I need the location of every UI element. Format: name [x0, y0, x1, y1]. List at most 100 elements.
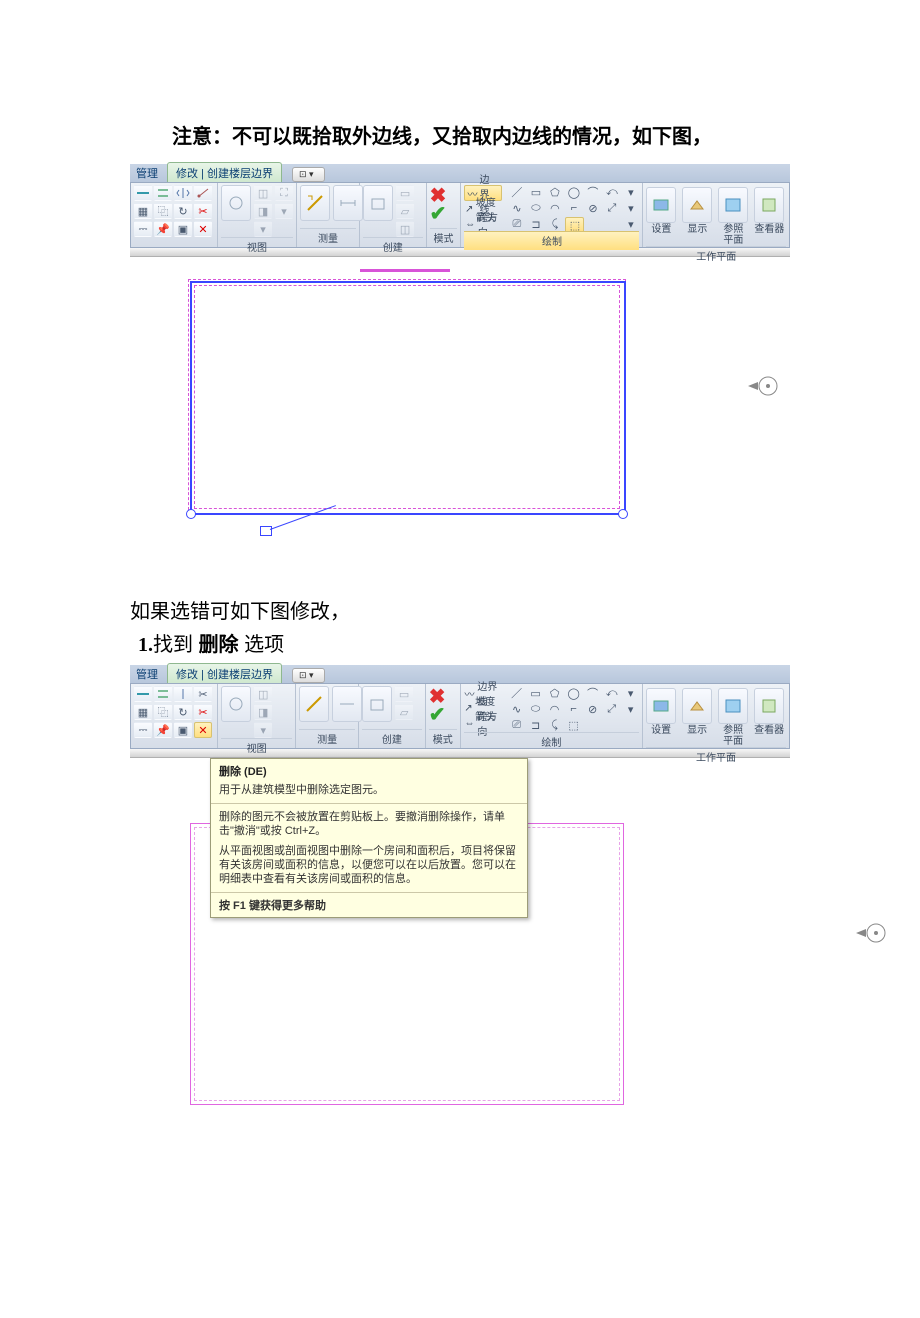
align-icon[interactable] [134, 185, 152, 201]
d2-pw[interactable]: ⎚ [508, 718, 525, 732]
d2-ell[interactable]: ⬭ [527, 702, 544, 716]
d2-circ[interactable]: ◯ [565, 686, 582, 700]
drag-square-icon[interactable] [260, 526, 272, 536]
draw-ellipse-icon[interactable]: ⬭ [527, 201, 544, 215]
tab-modify-context-2[interactable]: 修改 | 创建楼层边界 [167, 663, 282, 683]
copy-icon-2[interactable]: ⿻ [154, 704, 172, 720]
view-small-4[interactable]: ⛶ [275, 185, 293, 201]
v2s3[interactable]: ▾ [254, 722, 272, 738]
view-small-2[interactable]: ◨ [254, 203, 272, 219]
handle-bl[interactable] [186, 509, 196, 519]
cancel-mode-icon-2[interactable]: ✖ [429, 690, 457, 704]
offset-icon-2[interactable] [154, 686, 172, 702]
pin-icon-2[interactable]: 📌 [154, 722, 172, 738]
align-icon-2[interactable] [134, 686, 152, 702]
draw-partial-icon[interactable]: ◠ [546, 201, 563, 215]
d2-more[interactable]: ▾ [622, 686, 639, 700]
tab-manage[interactable]: 管理 [130, 163, 164, 182]
mirror-icon[interactable] [174, 185, 192, 201]
d2-line[interactable]: ／ [508, 686, 525, 700]
finish-mode-icon-2[interactable]: ✔ [429, 708, 457, 722]
handle-br[interactable] [618, 509, 628, 519]
create-icon-1[interactable] [363, 185, 393, 221]
draw-fillet-icon[interactable]: ⌐ [565, 201, 582, 215]
cancel-mode-icon[interactable]: ✖ [430, 189, 458, 203]
draw-picksupp-icon[interactable]: ⊐ [527, 217, 544, 231]
d2-part[interactable]: ◠ [546, 702, 563, 716]
d2-ps[interactable]: ⊐ [527, 718, 544, 732]
view-big-icon-1[interactable] [221, 185, 251, 221]
array-icon[interactable]: ▦ [134, 203, 152, 219]
view-small-5[interactable]: ▾ [275, 203, 293, 219]
v2s1[interactable]: ◫ [254, 686, 272, 702]
create-small-2[interactable]: ▱ [396, 203, 414, 219]
draw-tangent-icon[interactable]: ⊘ [584, 201, 601, 215]
measure-icon-2[interactable] [299, 686, 329, 722]
ribbon-dropdown-2[interactable]: ⊡ ▾ [292, 668, 325, 683]
measure-icon[interactable] [300, 185, 330, 221]
span-direction-button[interactable]: ⇔跨方向 [464, 217, 502, 231]
create-small-3[interactable]: ◫ [396, 221, 414, 237]
pin-icon[interactable]: 📌 [154, 221, 172, 237]
draw-pick-icon[interactable]: ⤢ [603, 201, 620, 215]
group-icon-2[interactable]: ▣ [174, 722, 192, 738]
d2-poly[interactable]: ⬠ [546, 686, 563, 700]
view-small-1[interactable]: ◫ [254, 185, 272, 201]
array-icon-2[interactable]: ▦ [134, 704, 152, 720]
draw-arc3-icon[interactable]: ⌒ [584, 185, 601, 199]
offset-icon[interactable] [154, 185, 172, 201]
d2-rect[interactable]: ▭ [527, 686, 544, 700]
workplane-ref-icon[interactable] [718, 187, 748, 223]
d2-g1[interactable]: ⤹ [546, 718, 563, 732]
dimension-icon[interactable] [333, 185, 363, 221]
tab-modify-context[interactable]: 修改 | 创建楼层边界 [167, 162, 282, 182]
d2-tan[interactable]: ⊘ [584, 702, 601, 716]
draw-pickwall-icon[interactable]: ⎚ [508, 217, 525, 231]
trim-extend-icon-2[interactable]: ✂ [194, 704, 212, 720]
draw-circle-icon[interactable]: ◯ [565, 185, 582, 199]
view-big-icon-2[interactable] [221, 686, 251, 722]
trim-icon[interactable] [194, 185, 212, 201]
workplane-set-icon[interactable] [646, 187, 676, 223]
draw-line-icon[interactable]: ／ [508, 185, 525, 199]
span-direction-button-2[interactable]: ⇔跨方向 [464, 716, 502, 730]
create-icon-2[interactable] [362, 686, 392, 722]
view-small-3[interactable]: ▾ [254, 221, 272, 237]
draw-spline-icon[interactable]: ∿ [508, 201, 525, 215]
trim-icon-2[interactable]: ✂ [194, 686, 212, 702]
workplane-viewer-icon[interactable] [754, 187, 784, 223]
d2-arc3[interactable]: ⌒ [584, 686, 601, 700]
wp-show-2[interactable] [682, 688, 712, 724]
trim-extend-icon[interactable]: ✂ [194, 203, 212, 219]
draw-arc-icon[interactable]: ⤺ [603, 185, 620, 199]
tab-manage-2[interactable]: 管理 [130, 664, 164, 683]
wp-set-2[interactable] [646, 688, 676, 724]
wp-ref-2[interactable] [718, 688, 748, 724]
d2-pick[interactable]: ⤢ [603, 702, 620, 716]
delete-icon-hover[interactable]: ✕ [194, 722, 212, 738]
draw-poly-icon[interactable]: ⬠ [546, 185, 563, 199]
split-icon[interactable]: ⎓ [134, 221, 152, 237]
d2-pf[interactable]: ⬚ [565, 718, 582, 732]
d2-fillet[interactable]: ⌐ [565, 702, 582, 716]
delete-icon[interactable]: ✕ [194, 221, 212, 237]
copy-icon[interactable]: ⿻ [154, 203, 172, 219]
d2-more2[interactable]: ▾ [622, 702, 639, 716]
rotate-icon[interactable]: ↻ [174, 203, 192, 219]
draw-more-icon[interactable]: ▾ [622, 185, 639, 199]
finish-mode-icon[interactable]: ✔ [430, 207, 458, 221]
ribbon-dropdown[interactable]: ⊡ ▾ [292, 167, 325, 182]
split-icon-2[interactable]: ⎓ [134, 722, 152, 738]
c2s2[interactable]: ▱ [395, 704, 413, 720]
group-icon[interactable]: ▣ [174, 221, 192, 237]
draw-more2-icon[interactable]: ▾ [622, 201, 639, 215]
workplane-show-icon[interactable] [682, 187, 712, 223]
draw-gap1-icon[interactable]: ⤹ [546, 217, 563, 231]
dimension-icon-2[interactable] [332, 686, 362, 722]
d2-arc[interactable]: ⤺ [603, 686, 620, 700]
rotate-icon-2[interactable]: ↻ [174, 704, 192, 720]
mirror-icon-2[interactable] [174, 686, 192, 702]
draw-rect-icon[interactable]: ▭ [527, 185, 544, 199]
draw-more3-icon[interactable]: ▾ [622, 217, 639, 231]
create-small-1[interactable]: ▭ [396, 185, 414, 201]
